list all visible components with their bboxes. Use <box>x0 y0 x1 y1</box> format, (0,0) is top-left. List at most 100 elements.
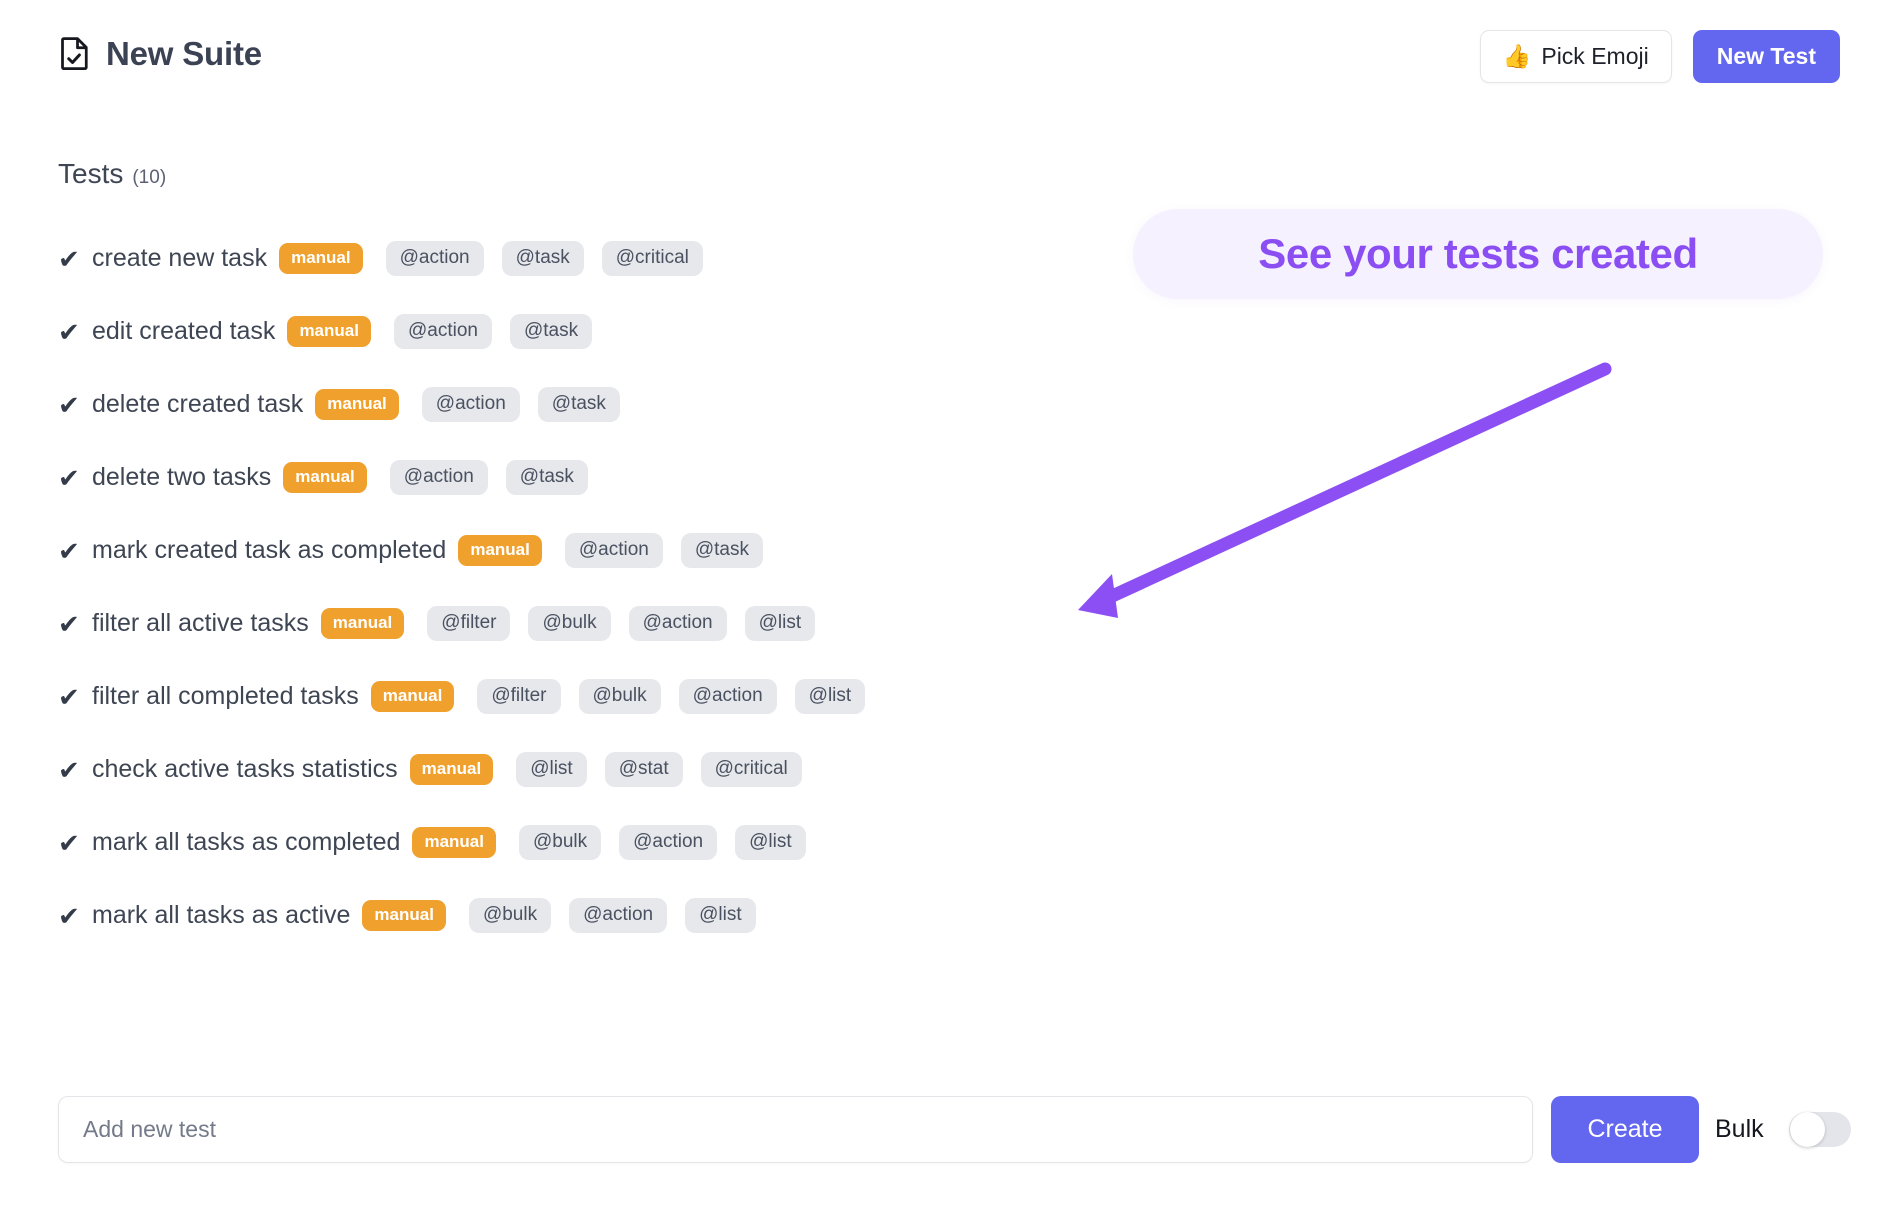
annotation-arrow-icon <box>1078 362 1612 618</box>
test-tag[interactable]: @task <box>509 313 593 350</box>
test-name: mark created task as completed <box>92 536 447 564</box>
check-icon: ✔ <box>58 681 80 712</box>
bulk-toggle-knob <box>1790 1112 1825 1147</box>
test-name: mark all tasks as completed <box>92 828 401 856</box>
test-row[interactable]: ✔ mark all tasks as completed manual @bulk @… <box>58 806 1098 879</box>
test-tag[interactable]: @critical <box>601 240 703 277</box>
test-type-badge: manual <box>320 608 405 639</box>
test-tag[interactable]: @list <box>794 678 866 715</box>
test-type-badge: manual <box>370 681 455 712</box>
test-tag[interactable]: @bulk <box>578 678 661 715</box>
test-tag[interactable]: @action <box>389 459 488 496</box>
test-tags: @bulk @action @list <box>468 897 756 934</box>
check-icon: ✔ <box>58 608 80 639</box>
test-name: filter all active tasks <box>92 609 309 637</box>
pick-emoji-button[interactable]: 👍 Pick Emoji <box>1479 30 1672 83</box>
test-row[interactable]: ✔ mark created task as completed manual @ac… <box>58 514 1098 587</box>
test-row[interactable]: ✔ mark all tasks as active manual @bulk @act… <box>58 879 1098 952</box>
test-tag[interactable]: @action <box>628 605 727 642</box>
test-tag[interactable]: @action <box>421 386 520 423</box>
bulk-toggle[interactable] <box>1789 1112 1851 1147</box>
document-check-icon <box>60 36 90 70</box>
test-type-badge: manual <box>409 754 494 785</box>
test-tag[interactable]: @task <box>537 386 620 423</box>
pick-emoji-label: Pick Emoji <box>1541 43 1649 69</box>
test-tag[interactable]: @action <box>393 313 492 350</box>
check-icon: ✔ <box>58 462 80 493</box>
test-tag[interactable]: @critical <box>700 751 802 788</box>
test-tag[interactable]: @bulk <box>528 605 611 642</box>
test-name: check active tasks statistics <box>92 755 398 783</box>
test-tag[interactable]: @list <box>744 605 816 642</box>
test-tag[interactable]: @list <box>735 824 806 861</box>
test-tag[interactable]: @action <box>564 532 663 569</box>
test-tags: @action @task <box>393 313 593 350</box>
test-name: filter all completed tasks <box>92 682 359 710</box>
check-icon: ✔ <box>58 389 80 420</box>
test-type-badge: manual <box>362 900 446 931</box>
test-row[interactable]: ✔ delete two tasks manual @action @task <box>58 441 1098 514</box>
test-row[interactable]: ✔ filter all completed tasks manual @filter… <box>58 660 1098 733</box>
test-row[interactable]: ✔ check active tasks statistics manual @lis… <box>58 733 1098 806</box>
create-button[interactable]: Create <box>1551 1096 1699 1163</box>
tests-section-label: Tests <box>58 158 124 189</box>
test-name: create new task <box>92 244 268 272</box>
test-list: ✔ create new task manual @action @task @criti… <box>58 222 1098 952</box>
thumbs-up-icon: 👍 <box>1502 43 1532 69</box>
bulk-label: Bulk <box>1715 1115 1764 1143</box>
test-tag[interactable]: @action <box>678 678 777 715</box>
check-icon: ✔ <box>58 754 80 785</box>
test-type-badge: manual <box>287 316 371 347</box>
test-tag[interactable]: @list <box>516 751 587 788</box>
test-tags: @bulk @action @list <box>518 824 806 861</box>
test-tag[interactable]: @action <box>619 824 718 861</box>
suite-title-text: New Suite <box>106 34 262 72</box>
test-tag[interactable]: @list <box>685 897 756 934</box>
header-actions: 👍 Pick Emoji New Test <box>1479 30 1840 83</box>
test-tag[interactable]: @action <box>385 240 484 277</box>
test-tag[interactable]: @task <box>501 240 584 277</box>
test-tags: @action @task <box>389 459 588 496</box>
test-type-badge: manual <box>279 243 363 274</box>
test-tags: @action @task <box>564 532 763 569</box>
test-type-badge: manual <box>315 389 399 420</box>
test-row[interactable]: ✔ delete created task manual @action @task <box>58 368 1098 441</box>
check-icon: ✔ <box>58 316 80 347</box>
test-tags: @action @task <box>421 386 620 423</box>
add-new-test-input[interactable] <box>58 1096 1533 1163</box>
test-type-badge: manual <box>412 827 496 858</box>
tests-section-heading: Tests (10) <box>58 158 166 190</box>
test-name: delete created task <box>92 390 304 418</box>
test-tags: @filter @bulk @action @list <box>427 605 816 642</box>
test-name: mark all tasks as active <box>92 901 351 929</box>
new-test-button[interactable]: New Test <box>1692 30 1840 83</box>
test-tag[interactable]: @bulk <box>518 824 602 861</box>
suite-page: New Suite 👍 Pick Emoji New Test Tests (1… <box>0 0 1878 1206</box>
footer-bar: Create Bulk <box>0 1074 1878 1206</box>
check-icon: ✔ <box>58 535 80 566</box>
page-title: New Suite <box>60 36 262 70</box>
test-type-badge: manual <box>283 462 367 493</box>
test-tags: @filter @bulk @action @list <box>477 678 866 715</box>
test-tag[interactable]: @task <box>505 459 588 496</box>
test-tags: @list @stat @critical <box>516 751 802 788</box>
annotation-text: See your tests created <box>1258 230 1698 277</box>
test-tag[interactable]: @task <box>680 532 763 569</box>
test-tags: @action @task @critical <box>385 240 703 277</box>
check-icon: ✔ <box>58 900 80 931</box>
test-tag[interactable]: @bulk <box>468 897 552 934</box>
test-row[interactable]: ✔ create new task manual @action @task @criti… <box>58 222 1098 295</box>
tests-section-count: (10) <box>132 167 167 188</box>
test-tag[interactable]: @stat <box>604 751 683 788</box>
test-type-badge: manual <box>458 535 542 566</box>
check-icon: ✔ <box>58 243 80 274</box>
test-row[interactable]: ✔ filter all active tasks manual @filter @bu… <box>58 587 1098 660</box>
page-header: New Suite 👍 Pick Emoji New Test <box>0 0 1878 104</box>
annotation-callout: See your tests created <box>1133 209 1823 299</box>
test-tag[interactable]: @filter <box>477 678 561 715</box>
test-tag[interactable]: @filter <box>427 605 511 642</box>
test-tag[interactable]: @action <box>569 897 668 934</box>
test-name: edit created task <box>92 317 276 345</box>
check-icon: ✔ <box>58 827 80 858</box>
test-row[interactable]: ✔ edit created task manual @action @task <box>58 295 1098 368</box>
